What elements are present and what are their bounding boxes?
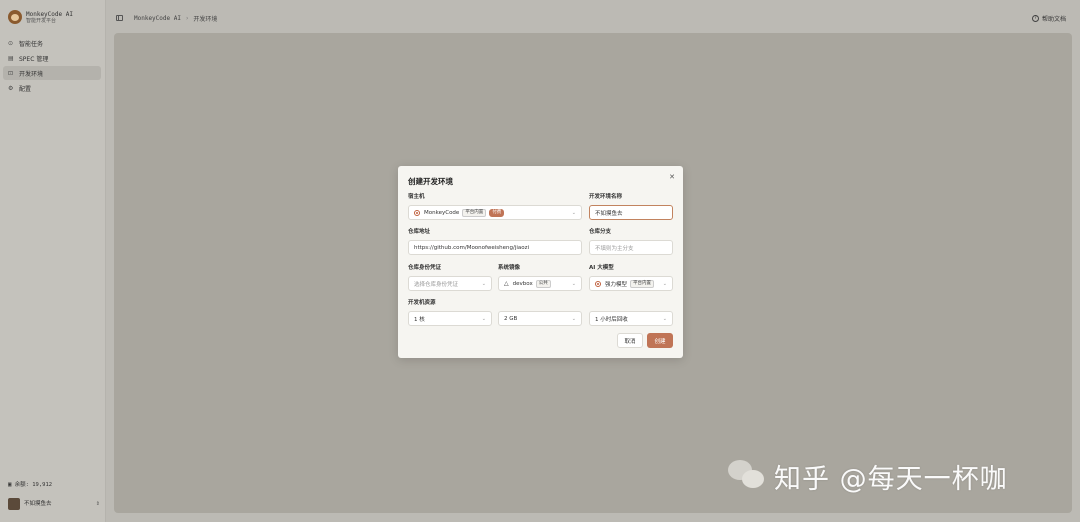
header: MonkeyCode AI › 开发环境 ? 帮助文档: [106, 0, 1080, 36]
breadcrumb: MonkeyCode AI › 开发环境: [134, 14, 217, 23]
cpu-select[interactable]: 1 核 ⌄: [408, 311, 492, 326]
chevron-down-icon: ⌄: [662, 280, 667, 287]
chevron-down-icon: ⌄: [481, 315, 486, 322]
sidebar: MonkeyCode AI 智能开发平台 ⊙ 智能任务 ▤ SPEC 管理 ⊡ …: [0, 0, 106, 522]
help-docs-link[interactable]: ? 帮助文档: [1031, 14, 1066, 23]
balance-text: 余额: 19,912: [14, 482, 53, 488]
avatar: [8, 498, 20, 510]
user-menu[interactable]: 不如摸鱼去 ⇕: [8, 498, 100, 510]
chevron-down-icon: ⌄: [571, 280, 576, 287]
sidebar-item-spec[interactable]: ▤ SPEC 管理: [3, 51, 101, 65]
sidebar-item-label: 开发环境: [19, 70, 44, 78]
repo-url-value: https://github.com/Moonofweisheng/jiaozi: [414, 244, 530, 251]
credential-label: 仓库身份凭证: [408, 265, 442, 271]
resources-label: 开发机资源: [408, 300, 436, 306]
recycle-value: 1 小时后回收: [595, 316, 628, 323]
brand[interactable]: MonkeyCode AI 智能开发平台: [8, 10, 73, 24]
wallet-icon: ▣: [8, 480, 12, 488]
help-label: 帮助文档: [1041, 16, 1066, 23]
public-tag: 公共: [535, 279, 551, 288]
chevron-right-icon: ›: [185, 15, 189, 22]
host-value: MonkeyCode: [424, 209, 460, 216]
sidebar-item-dev-env[interactable]: ⊡ 开发环境: [3, 66, 101, 80]
sidebar-item-label: 配置: [19, 85, 32, 93]
model-value: 强力模型: [605, 281, 628, 288]
gear-icon: ⚙: [8, 84, 14, 92]
repo-url-input[interactable]: https://github.com/Moonofweisheng/jiaozi: [408, 240, 582, 255]
close-icon[interactable]: ✕: [669, 173, 675, 181]
sidebar-item-label: SPEC 管理: [19, 55, 49, 63]
image-value: devbox: [512, 280, 533, 287]
sidebar-item-tasks[interactable]: ⊙ 智能任务: [3, 36, 101, 50]
repo-url-label: 仓库地址: [408, 229, 431, 235]
env-name-input[interactable]: 不如摸鱼去: [589, 205, 673, 220]
watermark-text: 知乎 @每天一杯咖: [774, 463, 1008, 495]
builtin-tag: 平台内置: [630, 279, 655, 288]
credential-placeholder: 选择仓库身份凭证: [414, 281, 459, 288]
paid-badge: 付费: [489, 208, 505, 217]
host-label: 宿主机: [408, 194, 425, 200]
branch-input[interactable]: 不填则为主分支: [589, 240, 673, 255]
host-select[interactable]: MonkeyCode 平台内置 付费 ⌄: [408, 205, 582, 220]
watermark: 知乎 @每天一杯咖: [728, 456, 1008, 496]
brand-subtitle: 智能开发平台: [26, 17, 57, 24]
sidebar-toggle-icon[interactable]: [116, 15, 123, 21]
cpu-value: 1 核: [414, 316, 425, 323]
credential-select[interactable]: 选择仓库身份凭证 ⌄: [408, 276, 492, 291]
host-icon: [414, 209, 420, 216]
env-name-label: 开发环境名称: [589, 194, 623, 200]
chevron-updown-icon: ⇕: [95, 501, 100, 507]
env-name-value: 不如摸鱼去: [595, 210, 623, 217]
chevron-down-icon: ⌄: [571, 315, 576, 322]
task-icon: ⊙: [8, 39, 14, 47]
builtin-tag: 平台内置: [462, 208, 487, 217]
memory-value: 2 GB: [504, 315, 518, 322]
memory-select[interactable]: 2 GB ⌄: [498, 311, 582, 326]
wechat-icon: [728, 456, 768, 496]
dialog-title: 创建开发环境: [408, 177, 453, 186]
spec-icon: ▤: [8, 54, 14, 62]
env-icon: ⊡: [8, 69, 14, 77]
model-label: AI 大模型: [589, 265, 614, 271]
image-select[interactable]: △ devbox 公共 ⌄: [498, 276, 582, 291]
create-dev-env-dialog: 创建开发环境 ✕ 宿主机 MonkeyCode 平台内置 付费 ⌄ 开发环境名称…: [398, 166, 683, 358]
balance: ▣ 余额: 19,912: [8, 480, 53, 489]
linux-icon: △: [504, 280, 509, 287]
help-icon: ?: [1031, 15, 1039, 22]
chevron-down-icon: ⌄: [571, 209, 576, 216]
chevron-down-icon: ⌄: [481, 280, 486, 287]
image-label: 系统镜像: [498, 265, 521, 271]
breadcrumb-current: 开发环境: [193, 16, 218, 23]
monkey-logo-icon: [8, 10, 22, 24]
model-select[interactable]: 强力模型 平台内置 ⌄: [589, 276, 673, 291]
sidebar-item-label: 智能任务: [19, 40, 44, 48]
create-button[interactable]: 创建: [647, 333, 673, 348]
branch-label: 仓库分支: [589, 229, 612, 235]
brand-name: MonkeyCode AI: [26, 10, 73, 18]
sidebar-nav: ⊙ 智能任务 ▤ SPEC 管理 ⊡ 开发环境 ⚙ 配置: [3, 36, 101, 96]
branch-placeholder: 不填则为主分支: [595, 245, 634, 252]
breadcrumb-root[interactable]: MonkeyCode AI: [134, 15, 181, 22]
model-icon: [595, 280, 601, 287]
sidebar-item-settings[interactable]: ⚙ 配置: [3, 81, 101, 95]
recycle-select[interactable]: 1 小时后回收 ⌄: [589, 311, 673, 326]
cancel-button[interactable]: 取消: [617, 333, 643, 348]
chevron-down-icon: ⌄: [662, 315, 667, 322]
user-name: 不如摸鱼去: [24, 501, 52, 507]
